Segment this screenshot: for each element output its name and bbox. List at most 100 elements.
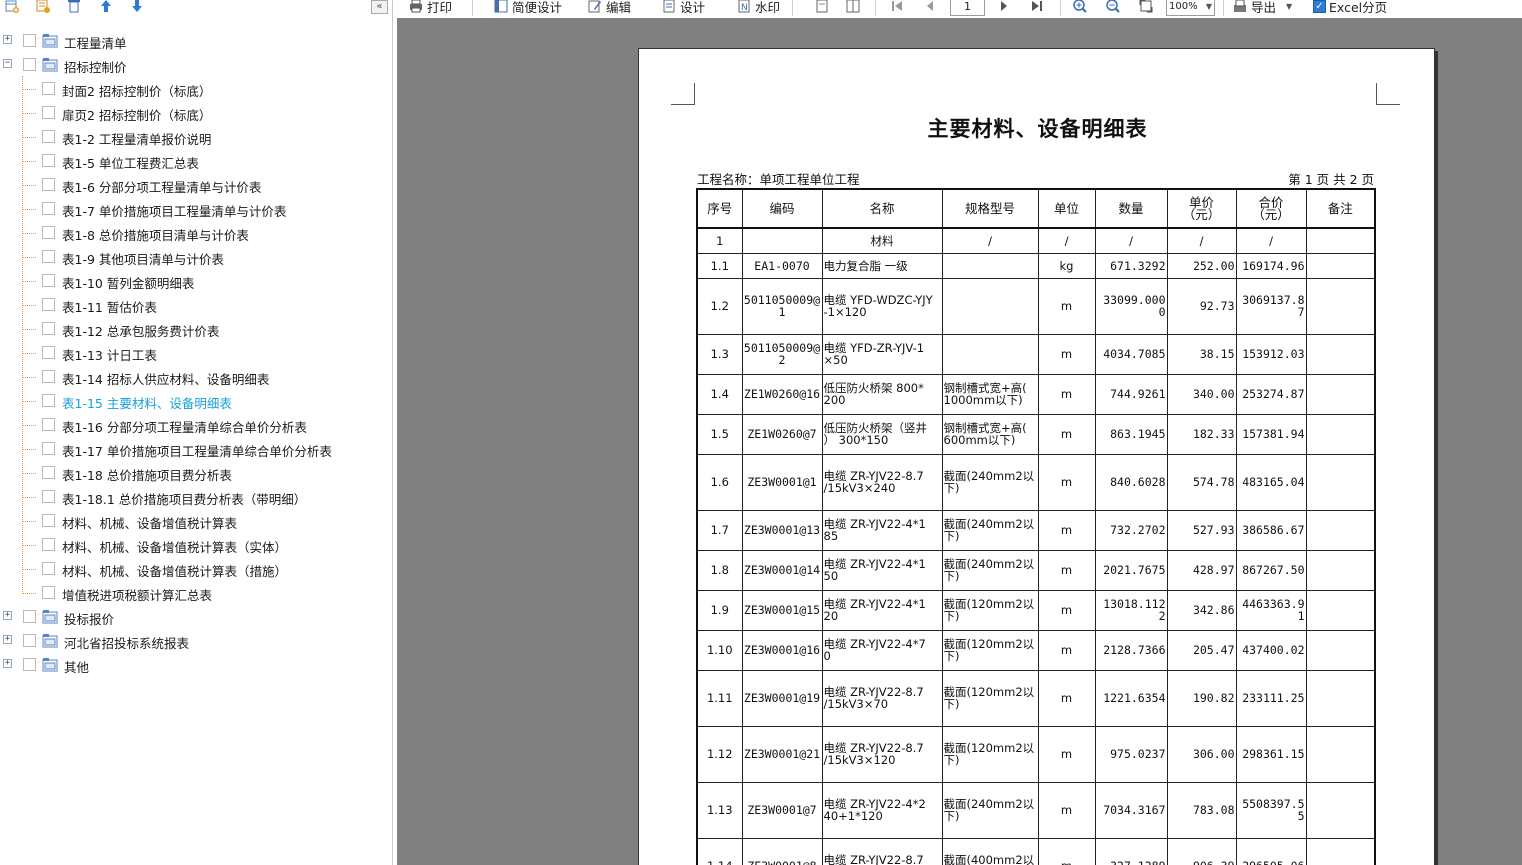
tree-item-checkbox[interactable] bbox=[23, 658, 36, 671]
tree-item-checkbox[interactable] bbox=[23, 634, 36, 647]
tree-connector bbox=[22, 497, 36, 498]
add-folder-icon[interactable] bbox=[36, 0, 50, 13]
table-cell: 253274.87 bbox=[1235, 373, 1307, 415]
tree-item[interactable]: 表1-12 总承包服务费计价表 bbox=[0, 317, 392, 341]
tree-item-checkbox[interactable] bbox=[23, 58, 36, 71]
column-header: 数量 bbox=[1094, 188, 1168, 229]
zoom-in-button[interactable] bbox=[1073, 0, 1091, 14]
tree-item[interactable]: 扉页2 招标控制价（标底） bbox=[0, 101, 392, 125]
tree-item[interactable]: 材料、机械、设备增值税计算表（措施） bbox=[0, 557, 392, 581]
tree-item-checkbox[interactable] bbox=[42, 154, 55, 167]
single-page-button[interactable] bbox=[815, 0, 833, 14]
print-button[interactable]: 打印 bbox=[409, 0, 452, 15]
move-down-icon[interactable] bbox=[130, 0, 144, 13]
two-page-button[interactable] bbox=[846, 0, 864, 14]
crop-mark bbox=[671, 83, 695, 105]
tree-item[interactable]: 表1-15 主要材料、设备明细表 bbox=[0, 389, 392, 413]
tree-item[interactable]: 材料、机械、设备增值税计算表（实体） bbox=[0, 533, 392, 557]
tree-item-checkbox[interactable] bbox=[42, 466, 55, 479]
tree-item-checkbox[interactable] bbox=[42, 418, 55, 431]
tree-item-checkbox[interactable] bbox=[42, 586, 55, 599]
tree-item[interactable]: 表1-11 暂估价表 bbox=[0, 293, 392, 317]
tree-item-checkbox[interactable] bbox=[23, 34, 36, 47]
tree-item-checkbox[interactable] bbox=[42, 514, 55, 527]
edit-button[interactable]: 编辑 bbox=[588, 0, 631, 15]
tree-item-checkbox[interactable] bbox=[42, 202, 55, 215]
tree-item[interactable]: 表1-6 分部分项工程量清单与计价表 bbox=[0, 173, 392, 197]
design-label: 设计 bbox=[680, 0, 706, 15]
tree-item[interactable]: 封面2 招标控制价（标底） bbox=[0, 77, 392, 101]
tree-item-checkbox[interactable] bbox=[42, 250, 55, 263]
tree-item-checkbox[interactable] bbox=[23, 610, 36, 623]
fit-page-button[interactable] bbox=[1139, 0, 1157, 14]
tree-item-checkbox[interactable] bbox=[42, 346, 55, 359]
expand-node-icon[interactable]: + bbox=[3, 35, 12, 44]
tree-item-checkbox[interactable] bbox=[42, 82, 55, 95]
excel-paging-checkbox[interactable]: ✓ Excel分页 bbox=[1313, 0, 1387, 15]
tree-item-checkbox[interactable] bbox=[42, 562, 55, 575]
tree-item[interactable]: 表1-18.1 总价措施项目费分析表（带明细） bbox=[0, 485, 392, 509]
watermark-button[interactable]: N 水印 bbox=[737, 0, 780, 15]
table-cell: 电缆 ZR-YJV22-4*1 85 bbox=[821, 509, 943, 551]
page-number-input[interactable]: 1 bbox=[950, 0, 985, 16]
tree-item-checkbox[interactable] bbox=[42, 370, 55, 383]
expand-node-icon[interactable]: + bbox=[3, 635, 12, 644]
tree-item[interactable]: − 招标控制价 bbox=[0, 53, 392, 77]
expand-node-icon[interactable]: + bbox=[3, 659, 12, 668]
tree-item[interactable]: 表1-18 总价措施项目费分析表 bbox=[0, 461, 392, 485]
collapse-panel-button[interactable]: « bbox=[371, 0, 388, 14]
tree-item-checkbox[interactable] bbox=[42, 274, 55, 287]
tree-item-checkbox[interactable] bbox=[42, 298, 55, 311]
tree-item[interactable]: + 投标报价 bbox=[0, 605, 392, 629]
table-cell: 296505.06 bbox=[1235, 837, 1307, 865]
tree-item[interactable]: 材料、机械、设备增值税计算表 bbox=[0, 509, 392, 533]
table-cell: 电缆 ZR-YJV22-8.7 /15kV3×70 bbox=[821, 669, 943, 727]
tree-item-checkbox[interactable] bbox=[42, 106, 55, 119]
tree-item-checkbox[interactable] bbox=[42, 178, 55, 191]
table-cell: 截面(240mm2以 下) bbox=[941, 549, 1039, 591]
expand-node-icon[interactable]: + bbox=[3, 611, 12, 620]
tree-item[interactable]: 表1-2 工程量清单报价说明 bbox=[0, 125, 392, 149]
tree-item[interactable]: 表1-16 分部分项工程量清单综合单价分析表 bbox=[0, 413, 392, 437]
table-cell: 340.00 bbox=[1166, 373, 1237, 415]
tree-item[interactable]: 表1-7 单价措施项目工程量清单与计价表 bbox=[0, 197, 392, 221]
tree-item[interactable]: 表1-8 总价措施项目清单与计价表 bbox=[0, 221, 392, 245]
move-up-icon[interactable] bbox=[99, 0, 113, 13]
table-cell: m bbox=[1037, 277, 1096, 335]
table-cell: 863.1945 bbox=[1094, 413, 1168, 455]
tree-item[interactable]: + 其他 bbox=[0, 653, 392, 677]
tree-item[interactable]: 表1-5 单位工程费汇总表 bbox=[0, 149, 392, 173]
delete-icon[interactable] bbox=[67, 0, 81, 13]
tree-item[interactable]: 表1-13 计日工表 bbox=[0, 341, 392, 365]
zoom-out-button[interactable] bbox=[1106, 0, 1124, 14]
design-button[interactable]: 设计 bbox=[662, 0, 706, 15]
tree-item[interactable]: 表1-10 暂列金额明细表 bbox=[0, 269, 392, 293]
add-table-icon[interactable] bbox=[5, 0, 19, 13]
tree-item-label: 表1-7 单价措施项目工程量清单与计价表 bbox=[62, 204, 287, 219]
tree-connector bbox=[22, 521, 36, 522]
table-cell: 截面(400mm2以 下) bbox=[941, 837, 1039, 865]
table-cell: 483165.04 bbox=[1235, 453, 1307, 511]
previous-page-button[interactable] bbox=[923, 0, 941, 14]
last-page-button[interactable] bbox=[1030, 0, 1048, 14]
first-page-button[interactable] bbox=[890, 0, 908, 14]
tree-item-checkbox[interactable] bbox=[42, 490, 55, 503]
tree-item-checkbox[interactable] bbox=[42, 130, 55, 143]
tree-item[interactable]: 表1-17 单价措施项目工程量清单综合单价分析表 bbox=[0, 437, 392, 461]
tree-item[interactable]: + 河北省招投标系统报表 bbox=[0, 629, 392, 653]
tree-item-checkbox[interactable] bbox=[42, 394, 55, 407]
tree-item[interactable]: + 工程量清单 bbox=[0, 29, 392, 53]
table-header-row: 序号 编码 名称 规格型号 单位 数量 单价 （元） 合价 （元） 备注 bbox=[696, 188, 1376, 229]
tree-item-checkbox[interactable] bbox=[42, 442, 55, 455]
easy-design-button[interactable]: 简便设计 bbox=[494, 0, 562, 15]
collapse-node-icon[interactable]: − bbox=[3, 59, 12, 68]
zoom-select[interactable]: 100% ▼ bbox=[1166, 0, 1215, 16]
tree-item-checkbox[interactable] bbox=[42, 322, 55, 335]
tree-item[interactable]: 表1-9 其他项目清单与计价表 bbox=[0, 245, 392, 269]
tree-item[interactable]: 增值税进项税额计算汇总表 bbox=[0, 581, 392, 605]
tree-item[interactable]: 表1-14 招标人供应材料、设备明细表 bbox=[0, 365, 392, 389]
export-button[interactable]: 导出 ▼ bbox=[1233, 0, 1292, 15]
tree-item-checkbox[interactable] bbox=[42, 226, 55, 239]
next-page-button[interactable] bbox=[997, 0, 1015, 14]
tree-item-checkbox[interactable] bbox=[42, 538, 55, 551]
